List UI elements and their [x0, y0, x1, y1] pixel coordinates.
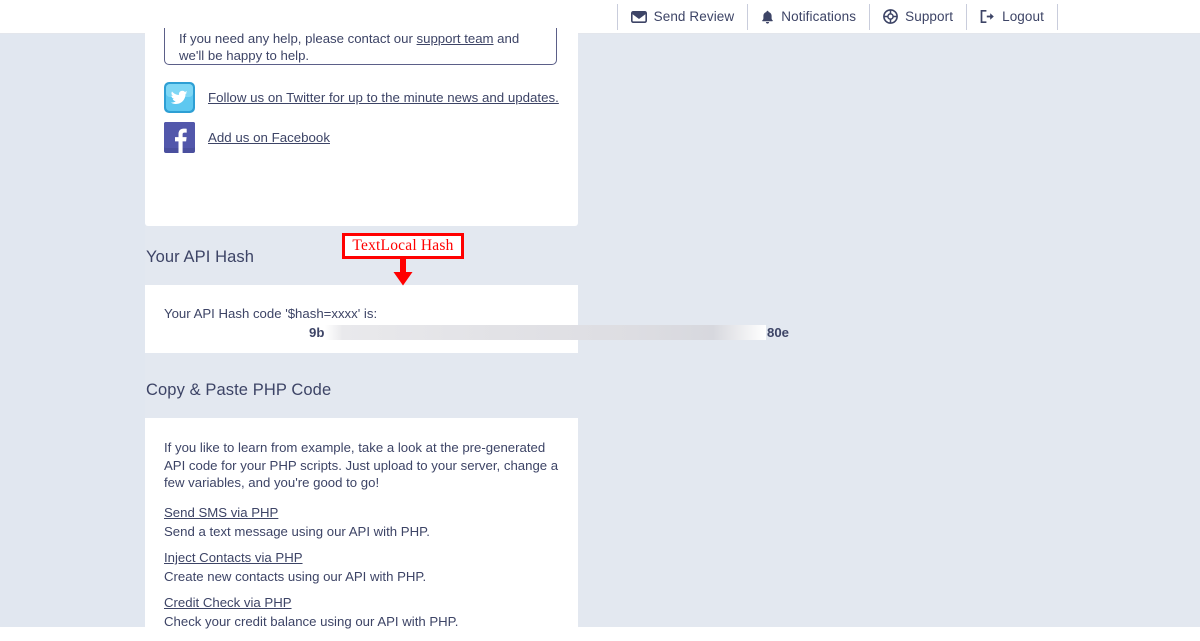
facebook-icon[interactable] — [164, 122, 195, 153]
nav-item-send-review[interactable]: Send Review — [616, 3, 748, 30]
main-content-column: If you need any help, please contact our… — [145, 28, 789, 641]
php-code-heading: Copy & Paste PHP Code — [146, 381, 332, 399]
api-hash-panel: Your API Hash code '$hash=xxxx' is: — [145, 285, 578, 353]
api-hash-redaction — [325, 325, 766, 340]
help-callout-box: If you need any help, please contact our… — [164, 28, 557, 65]
logout-icon — [980, 10, 995, 23]
nav-item-logout[interactable]: Logout — [966, 3, 1058, 30]
envelope-icon — [630, 10, 647, 23]
nav-label-notifications: Notifications — [781, 9, 857, 24]
twitter-link[interactable]: Follow us on Twitter for up to the minut… — [208, 90, 559, 105]
credit-check-via-php-link[interactable]: Credit Check via PHP — [164, 595, 292, 611]
bell-icon — [761, 10, 774, 24]
section-header-php-code: Copy & Paste PHP Code — [145, 381, 578, 423]
api-hash-prefix: 9b — [309, 325, 325, 340]
api-hash-label: Your API Hash code '$hash=xxxx' is: — [164, 306, 378, 321]
nav-label-support: Support — [905, 9, 954, 24]
php-link-item: Inject Contacts via PHP Create new conta… — [164, 549, 560, 585]
support-team-link[interactable]: support team — [417, 31, 494, 46]
php-link-item: Send SMS via PHP Send a text message usi… — [164, 504, 560, 540]
social-row-twitter: Follow us on Twitter for up to the minut… — [164, 82, 559, 113]
page-body: If you need any help, please contact our… — [0, 28, 1200, 641]
php-intro-text: If you like to learn from example, take … — [164, 440, 559, 490]
social-row-facebook: Add us on Facebook — [164, 122, 330, 153]
nav-label-logout: Logout — [1002, 9, 1044, 24]
nav-item-notifications[interactable]: Notifications — [747, 3, 869, 30]
api-hash-value[interactable]: 9b 80e — [309, 324, 789, 341]
nav-label-send-review: Send Review — [653, 9, 735, 24]
twitter-icon[interactable] — [164, 82, 195, 113]
top-nav-items: Send Review Notifications Support Logout — [616, 3, 1058, 30]
nav-item-support[interactable]: Support — [869, 3, 966, 30]
sidebar-rail — [0, 34, 145, 627]
help-text-before: If you need any help, please contact our — [179, 31, 417, 46]
help-text: If you need any help, please contact our… — [179, 31, 542, 64]
api-hash-suffix: 80e — [766, 325, 789, 340]
php-link-item: Credit Check via PHP Check your credit b… — [164, 594, 560, 630]
help-and-social-panel: If you need any help, please contact our… — [145, 28, 578, 226]
facebook-link[interactable]: Add us on Facebook — [208, 130, 330, 145]
php-code-panel: If you like to learn from example, take … — [145, 418, 578, 641]
inject-contacts-via-php-desc: Create new contacts using our API with P… — [164, 569, 427, 584]
php-links-list: Send SMS via PHP Send a text message usi… — [164, 504, 560, 630]
send-sms-via-php-link[interactable]: Send SMS via PHP — [164, 505, 278, 521]
api-hash-heading: Your API Hash — [146, 248, 255, 266]
send-sms-via-php-desc: Send a text message using our API with P… — [164, 524, 430, 539]
inject-contacts-via-php-link[interactable]: Inject Contacts via PHP — [164, 550, 303, 566]
section-header-api-hash: Your API Hash — [145, 248, 578, 290]
lifebuoy-icon — [883, 9, 899, 24]
credit-check-via-php-desc: Check your credit balance using our API … — [164, 614, 459, 629]
